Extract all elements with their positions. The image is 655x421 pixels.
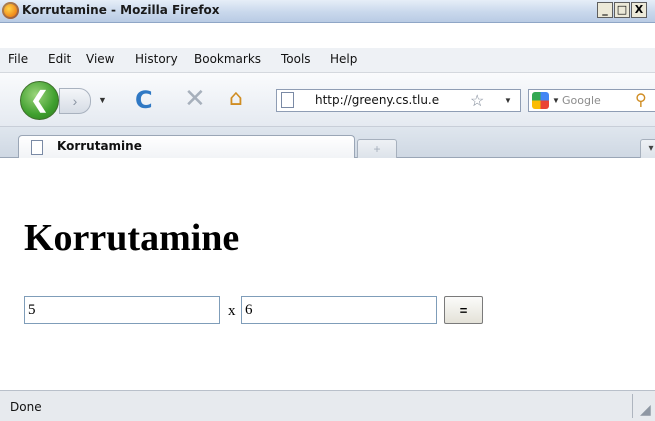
status-bar: Done ◢ xyxy=(0,390,655,421)
tab-label: Korrutamine xyxy=(57,139,142,153)
menu-view[interactable]: View xyxy=(86,52,114,66)
url-dropdown-icon[interactable]: ▼ xyxy=(504,96,512,105)
back-button[interactable]: ❮ xyxy=(20,81,59,120)
bookmark-star-icon[interactable]: ☆ xyxy=(470,91,484,111)
url-bar[interactable]: http://greeny.cs.tlu.e ☆ ▼ xyxy=(276,89,521,112)
history-dropdown-icon[interactable]: ▼ xyxy=(98,95,107,105)
status-divider xyxy=(632,394,633,418)
calculate-button[interactable]: = xyxy=(444,296,483,324)
second-number-input[interactable] xyxy=(241,296,437,324)
first-number-input[interactable] xyxy=(24,296,220,324)
status-text: Done xyxy=(10,400,42,414)
google-icon[interactable] xyxy=(532,92,549,109)
minimize-button[interactable]: _ xyxy=(597,2,613,18)
tab-list-button[interactable]: ▾ xyxy=(640,139,655,158)
menu-history[interactable]: History xyxy=(135,52,178,66)
forward-button[interactable]: › xyxy=(59,88,91,114)
menu-tools[interactable]: Tools xyxy=(281,52,311,66)
firefox-icon xyxy=(2,2,19,19)
multiply-sign: x xyxy=(228,303,236,319)
close-button[interactable]: X xyxy=(631,2,647,18)
page-icon xyxy=(281,92,294,108)
menu-help[interactable]: Help xyxy=(330,52,357,66)
menu-bar: File Edit View History Bookmarks Tools H… xyxy=(0,48,655,73)
search-engine-dropdown-icon[interactable]: ▼ xyxy=(552,96,560,105)
search-input[interactable]: Google xyxy=(562,94,601,107)
reload-icon[interactable]: C xyxy=(135,86,153,114)
new-tab-button[interactable]: + xyxy=(357,139,397,158)
search-icon[interactable]: ⚲ xyxy=(635,90,647,110)
menu-bookmarks[interactable]: Bookmarks xyxy=(194,52,261,66)
tab-korrutamine[interactable]: Korrutamine xyxy=(18,135,355,159)
tab-strip: Korrutamine + ▾ xyxy=(0,127,655,159)
url-text[interactable]: http://greeny.cs.tlu.e xyxy=(315,93,439,107)
search-bar[interactable]: ▼ Google ⚲ xyxy=(528,89,655,112)
home-icon[interactable]: ⌂ xyxy=(229,86,243,111)
page-content: Korrutamine x = xyxy=(0,158,655,390)
page-title: Korrutamine xyxy=(24,217,240,259)
navigation-toolbar: ❮ › ▼ C ✕ ⌂ http://greeny.cs.tlu.e ☆ ▼ ▼… xyxy=(0,73,655,127)
page-icon xyxy=(31,140,43,155)
menu-edit[interactable]: Edit xyxy=(48,52,71,66)
window-titlebar: Korrutamine - Mozilla Firefox _ □ X xyxy=(0,0,655,23)
stop-icon[interactable]: ✕ xyxy=(184,84,206,114)
menu-file[interactable]: File xyxy=(8,52,28,66)
resize-grip-icon[interactable]: ◢ xyxy=(640,401,651,418)
window-title: Korrutamine - Mozilla Firefox xyxy=(22,3,220,17)
maximize-button[interactable]: □ xyxy=(614,2,630,18)
